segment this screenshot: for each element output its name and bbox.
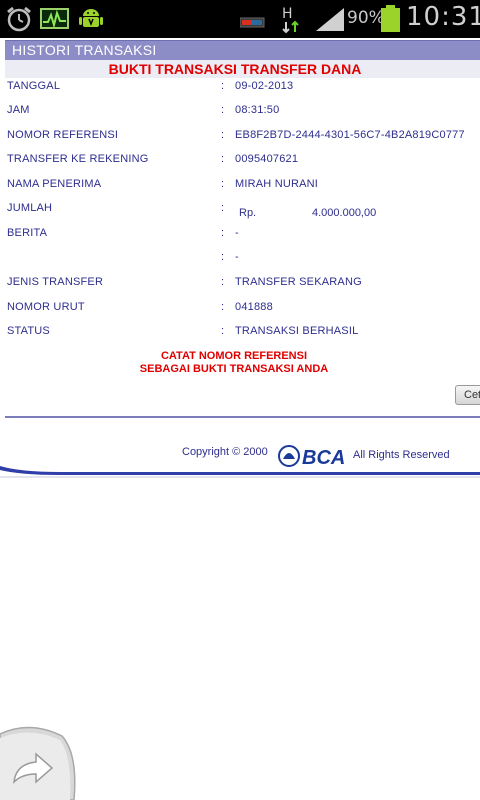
row-berita-2: : - [0, 251, 480, 269]
row-value: EB8F2B7D-2444-4301-56C7-4B2A819C0777 [235, 129, 465, 141]
row-colon: : [221, 202, 225, 214]
alarm-icon [7, 6, 31, 32]
footer-swoosh [0, 466, 480, 478]
row-transfer-ke-rekening: TRANSFER KE REKENING : 0095407621 [0, 153, 480, 171]
row-nomor-urut: NOMOR URUT : 041888 [0, 301, 480, 319]
row-jumlah: JUMLAH : Rp. 4.000.000,00 [0, 202, 480, 224]
row-colon: : [221, 251, 225, 263]
note-line-1: CATAT NOMOR REFERENSI [160, 350, 308, 362]
row-label: JAM [7, 104, 30, 116]
row-label: NOMOR URUT [7, 301, 85, 313]
row-label: STATUS [7, 325, 50, 337]
row-label: NOMOR REFERENSI [7, 129, 119, 141]
android-icon [79, 9, 103, 27]
row-label: NAMA PENERIMA [7, 178, 102, 190]
note-line-2: SEBAGAI BUKTI TRANSAKSI ANDA [139, 363, 329, 375]
row-colon: : [221, 276, 225, 288]
signal-icon [316, 8, 344, 31]
row-jam: JAM : 08:31:50 [0, 104, 480, 122]
row-value: TRANSAKSI BERHASIL [235, 325, 359, 337]
divider [5, 416, 480, 418]
status-bar: H 90% 10:31 [0, 0, 480, 38]
row-label: JENIS TRANSFER [7, 276, 104, 288]
clock: 10:31 [406, 2, 480, 32]
row-berita: BERITA : - [0, 227, 480, 245]
row-label: TRANSFER KE REKENING [7, 153, 149, 165]
cetak-button[interactable]: Cetak [455, 385, 480, 405]
row-colon: : [221, 80, 225, 92]
row-value: - [235, 227, 239, 239]
svg-text:H: H [282, 6, 293, 22]
share-fab[interactable] [0, 724, 78, 800]
row-value: 08:31:50 [235, 104, 280, 116]
page-title: HISTORI TRANSAKSI [12, 42, 157, 58]
row-colon: : [221, 104, 225, 116]
row-label: BERITA [7, 227, 48, 239]
row-colon: : [221, 301, 225, 313]
row-value: 0095407621 [235, 153, 299, 165]
rights-text: All Rights Reserved [353, 449, 450, 461]
amount-value: 4.000.000,00 [312, 207, 377, 219]
row-nomor-referensi: NOMOR REFERENSI : EB8F2B7D-2444-4301-56C… [0, 129, 480, 147]
row-status: STATUS : TRANSAKSI BERHASIL [0, 325, 480, 343]
row-jenis-transfer: JENIS TRANSFER : TRANSFER SEKARANG [0, 276, 480, 294]
row-tanggal: TANGGAL : 09-02-2013 [0, 80, 480, 98]
row-colon: : [221, 153, 225, 165]
receipt-title: BUKTI TRANSAKSI TRANSFER DANA [108, 61, 362, 77]
row-nama-penerima: NAMA PENERIMA : MIRAH NURANI [0, 178, 480, 196]
row-label: TANGGAL [7, 80, 61, 92]
row-colon: : [221, 227, 225, 239]
battery-icon [381, 5, 400, 32]
row-label: JUMLAH [7, 202, 53, 214]
copyright-text: Copyright © 2000 [182, 446, 268, 458]
row-colon: : [221, 178, 225, 190]
row-value: 09-02-2013 [235, 80, 294, 92]
row-value: 041888 [235, 301, 273, 313]
h-data-icon: H [282, 6, 299, 34]
currency-label: Rp. [239, 207, 257, 219]
row-value: MIRAH NURANI [235, 178, 319, 190]
monitor-icon [40, 8, 69, 29]
row-value: TRANSFER SEKARANG [235, 276, 362, 288]
row-colon: : [221, 129, 225, 141]
row-value: - [235, 251, 239, 263]
row-colon: : [221, 325, 225, 337]
page-header: HISTORI TRANSAKSI [5, 40, 480, 60]
battery-mini-icon [240, 17, 265, 28]
